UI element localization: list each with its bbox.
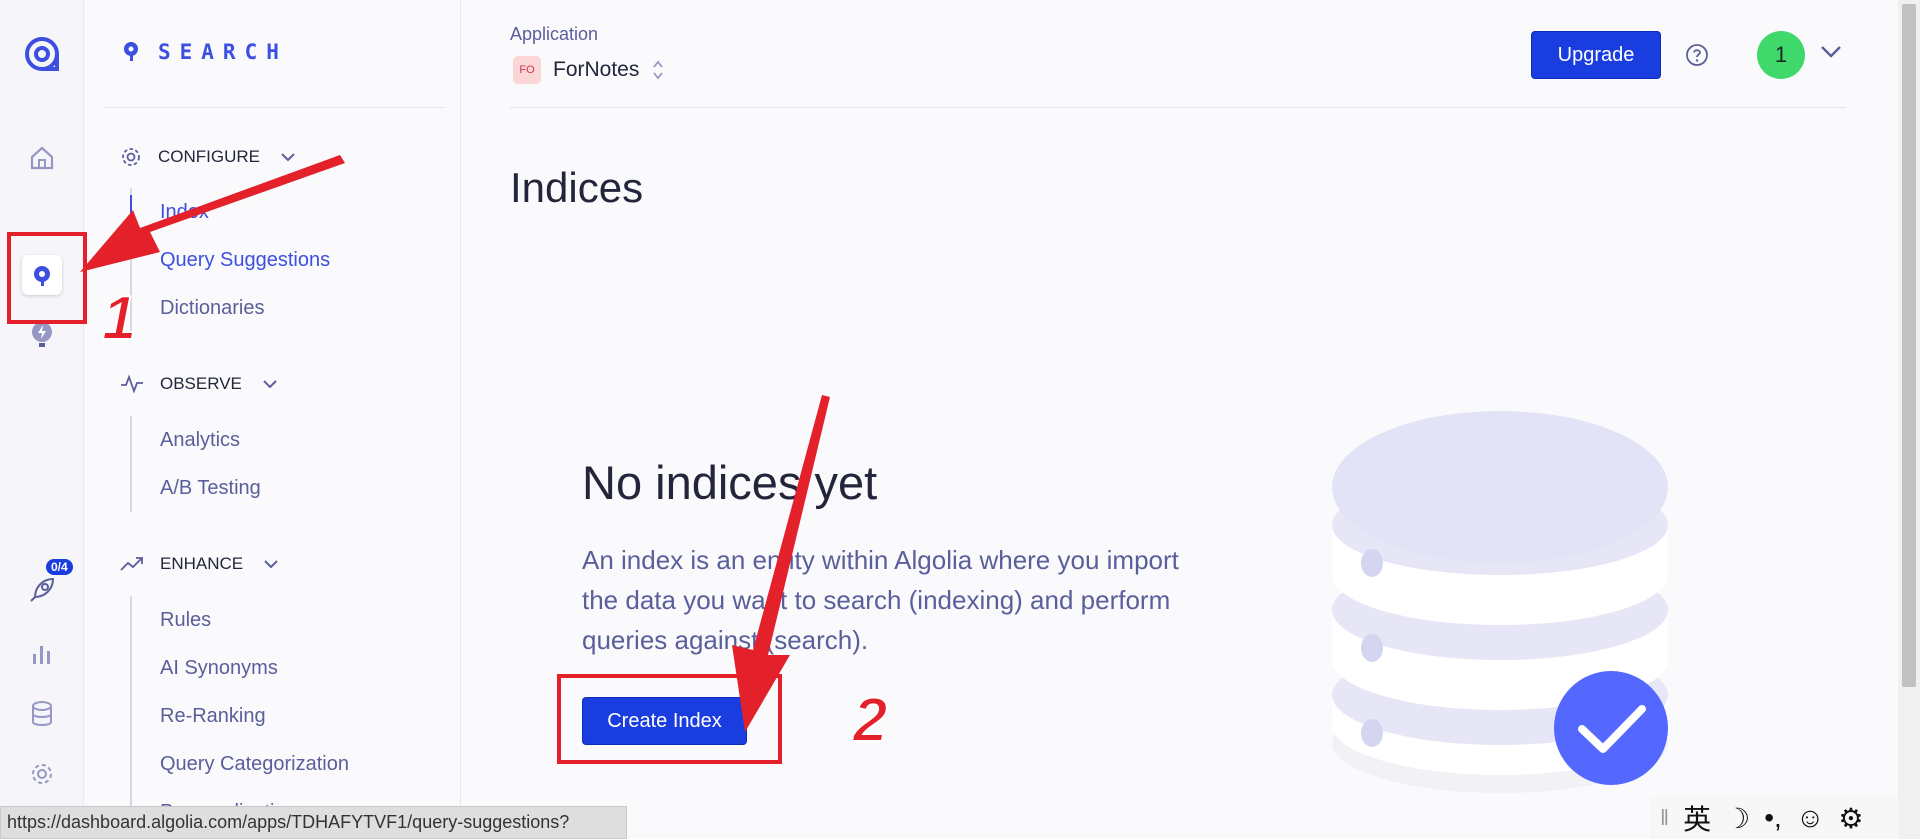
annotation-arrows bbox=[80, 155, 830, 732]
annotation-step-1: 1 bbox=[101, 283, 138, 354]
annotation-step-2: 2 bbox=[852, 685, 889, 756]
